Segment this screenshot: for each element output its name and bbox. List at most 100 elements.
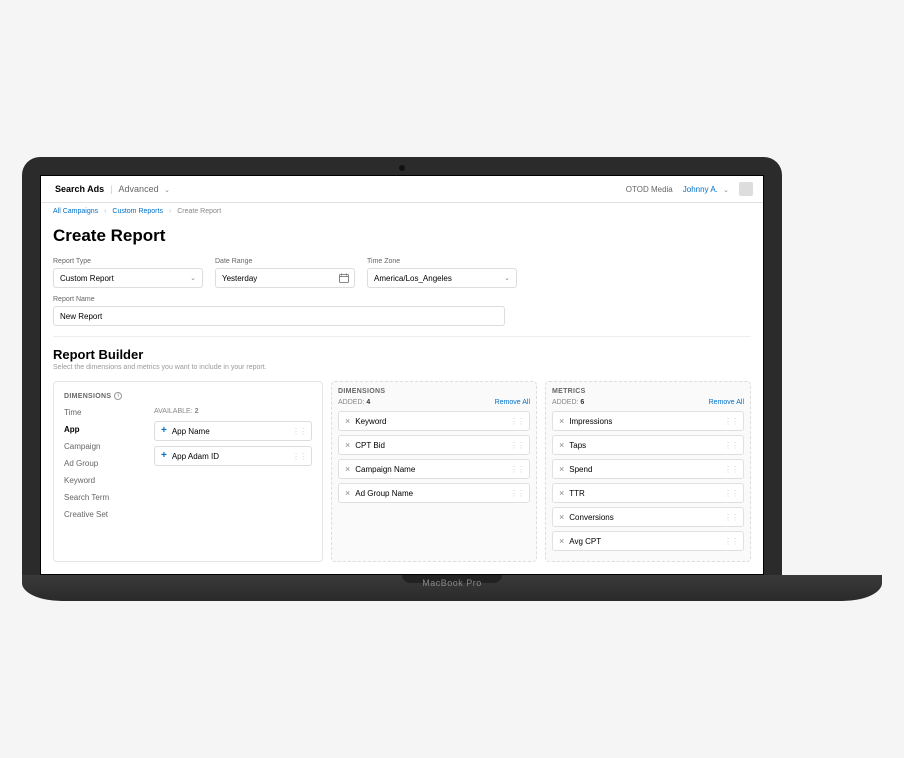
close-icon[interactable]: × bbox=[345, 416, 350, 426]
available-count: 2 bbox=[195, 408, 199, 415]
drag-handle-icon[interactable]: ⋮⋮ bbox=[510, 489, 524, 498]
item-label: Avg CPT bbox=[569, 537, 601, 546]
field-label: Date Range bbox=[215, 258, 355, 265]
added-item[interactable]: ×TTR⋮⋮ bbox=[552, 483, 744, 503]
added-item[interactable]: × Campaign Name ⋮⋮ bbox=[338, 459, 530, 479]
tab-creative-set[interactable]: Creative Set bbox=[64, 510, 144, 519]
added-item[interactable]: × Avg CPT ⋮⋮ bbox=[552, 531, 744, 551]
breadcrumb: All Campaigns › Custom Reports › Create … bbox=[41, 203, 763, 220]
close-icon[interactable]: × bbox=[559, 464, 564, 474]
item-label: CPT Bid bbox=[355, 441, 385, 450]
drag-handle-icon[interactable]: ⋮⋮ bbox=[724, 537, 738, 546]
item-label: Conversions bbox=[569, 513, 613, 522]
item-label: Campaign Name bbox=[355, 465, 415, 474]
report-type-select[interactable]: Custom Report ⌄ bbox=[53, 268, 203, 288]
top-bar: Search Ads | Advanced ⌄ OTOD Media Johnn… bbox=[41, 176, 763, 203]
drag-handle-icon[interactable]: ⋮⋮ bbox=[724, 417, 738, 426]
item-label: Ad Group Name bbox=[355, 489, 413, 498]
breadcrumb-link[interactable]: All Campaigns bbox=[53, 208, 98, 215]
available-label: AVAILABLE: bbox=[154, 408, 193, 415]
section-subtitle: Select the dimensions and metrics you wa… bbox=[53, 364, 751, 371]
breadcrumb-link[interactable]: Custom Reports bbox=[112, 208, 163, 215]
close-icon[interactable]: × bbox=[559, 440, 564, 450]
drag-handle-icon[interactable]: ⋮⋮ bbox=[292, 452, 306, 461]
chevron-right-icon: › bbox=[104, 208, 106, 215]
panel-header-label: METRICS bbox=[552, 388, 744, 395]
remove-all-link[interactable]: Remove All bbox=[495, 399, 530, 406]
field-label: Time Zone bbox=[367, 258, 517, 265]
added-item[interactable]: × Taps ⋮⋮ bbox=[552, 435, 744, 455]
added-count: 4 bbox=[366, 399, 370, 406]
drag-handle-icon[interactable]: ⋮⋮ bbox=[292, 427, 306, 436]
tab-ad-group[interactable]: Ad Group bbox=[64, 459, 144, 468]
brand-name: Search Ads bbox=[55, 184, 104, 194]
field-label: Report Name bbox=[53, 296, 505, 303]
laptop-frame: Search Ads | Advanced ⌄ OTOD Media Johnn… bbox=[22, 157, 782, 575]
tab-search-term[interactable]: Search Term bbox=[64, 493, 144, 502]
device-label: MacBook Pro bbox=[422, 578, 482, 588]
remove-all-link[interactable]: Remove All bbox=[709, 399, 744, 406]
section-title: Report Builder bbox=[53, 347, 751, 362]
drag-handle-icon[interactable]: ⋮⋮ bbox=[724, 441, 738, 450]
metrics-dropzone[interactable]: METRICS ADDED: 6 Remove All × Impressions… bbox=[545, 381, 751, 562]
close-icon[interactable]: × bbox=[345, 488, 350, 498]
date-range-select[interactable]: Yesterday bbox=[215, 268, 355, 288]
avatar[interactable] bbox=[739, 182, 753, 196]
close-icon[interactable]: × bbox=[559, 416, 564, 426]
chevron-down-icon: ⌄ bbox=[190, 274, 196, 282]
added-item[interactable]: × Ad Group Name ⋮⋮ bbox=[338, 483, 530, 503]
close-icon[interactable]: × bbox=[559, 536, 564, 546]
chevron-down-icon: ⌄ bbox=[504, 274, 510, 282]
added-count: 6 bbox=[580, 399, 584, 406]
report-name-input[interactable]: New Report bbox=[53, 306, 505, 326]
org-name: OTOD Media bbox=[626, 185, 673, 194]
close-icon[interactable]: × bbox=[559, 512, 564, 522]
close-icon[interactable]: × bbox=[345, 464, 350, 474]
drag-handle-icon[interactable]: ⋮⋮ bbox=[510, 441, 524, 450]
camera-dot bbox=[399, 165, 405, 171]
close-icon[interactable]: × bbox=[345, 440, 350, 450]
field-label: Report Type bbox=[53, 258, 203, 265]
tier-label: Advanced bbox=[119, 184, 159, 194]
chip-label: App Adam ID bbox=[172, 452, 219, 461]
added-item[interactable]: ×Keyword⋮⋮ bbox=[338, 411, 530, 431]
dimensions-panel: DIMENSIONS i Time App Campaign Ad Group … bbox=[53, 381, 323, 562]
time-zone-select[interactable]: America/Los_Angeles ⌄ bbox=[367, 268, 517, 288]
tier-selector[interactable]: Advanced ⌄ bbox=[119, 184, 170, 194]
tab-time[interactable]: Time bbox=[64, 408, 144, 417]
close-icon[interactable]: × bbox=[559, 488, 564, 498]
added-item[interactable]: × CPT Bid ⋮⋮ bbox=[338, 435, 530, 455]
drag-handle-icon[interactable]: ⋮⋮ bbox=[724, 465, 738, 474]
available-chip[interactable]: + App Adam ID ⋮⋮ bbox=[154, 446, 312, 466]
added-label: ADDED: bbox=[552, 399, 578, 406]
item-label: Impressions bbox=[569, 417, 612, 426]
tab-campaign[interactable]: Campaign bbox=[64, 442, 144, 451]
drag-handle-icon[interactable]: ⋮⋮ bbox=[724, 489, 738, 498]
drag-handle-icon[interactable]: ⋮⋮ bbox=[510, 465, 524, 474]
added-item[interactable]: ×Spend⋮⋮ bbox=[552, 459, 744, 479]
chevron-down-icon: ⌄ bbox=[164, 187, 170, 194]
input-value: New Report bbox=[60, 312, 102, 321]
select-value: America/Los_Angeles bbox=[374, 274, 452, 283]
laptop-base: MacBook Pro bbox=[22, 575, 882, 601]
added-label: ADDED: bbox=[338, 399, 364, 406]
page-title: Create Report bbox=[53, 226, 751, 246]
panel-header-label: DIMENSIONS bbox=[338, 388, 530, 395]
drag-handle-icon[interactable]: ⋮⋮ bbox=[510, 417, 524, 426]
chevron-down-icon: ⌄ bbox=[723, 187, 729, 194]
tab-app[interactable]: App bbox=[64, 425, 144, 434]
added-item[interactable]: × Impressions ⋮⋮ bbox=[552, 411, 744, 431]
screen: Search Ads | Advanced ⌄ OTOD Media Johnn… bbox=[40, 175, 764, 575]
chevron-right-icon: › bbox=[169, 208, 171, 215]
dimension-tabs: Time App Campaign Ad Group Keyword Searc… bbox=[64, 408, 144, 519]
tab-keyword[interactable]: Keyword bbox=[64, 476, 144, 485]
drag-handle-icon[interactable]: ⋮⋮ bbox=[724, 513, 738, 522]
info-icon[interactable]: i bbox=[114, 392, 122, 400]
user-menu[interactable]: Johnny A. ⌄ bbox=[683, 185, 729, 194]
select-value: Custom Report bbox=[60, 274, 114, 283]
panel-header-label: DIMENSIONS bbox=[64, 393, 111, 400]
dimensions-dropzone[interactable]: DIMENSIONS ADDED: 4 Remove All ×Keyword⋮… bbox=[331, 381, 537, 562]
available-chip[interactable]: + App Name ⋮⋮ bbox=[154, 421, 312, 441]
added-item[interactable]: × Conversions ⋮⋮ bbox=[552, 507, 744, 527]
item-label: Taps bbox=[569, 441, 586, 450]
